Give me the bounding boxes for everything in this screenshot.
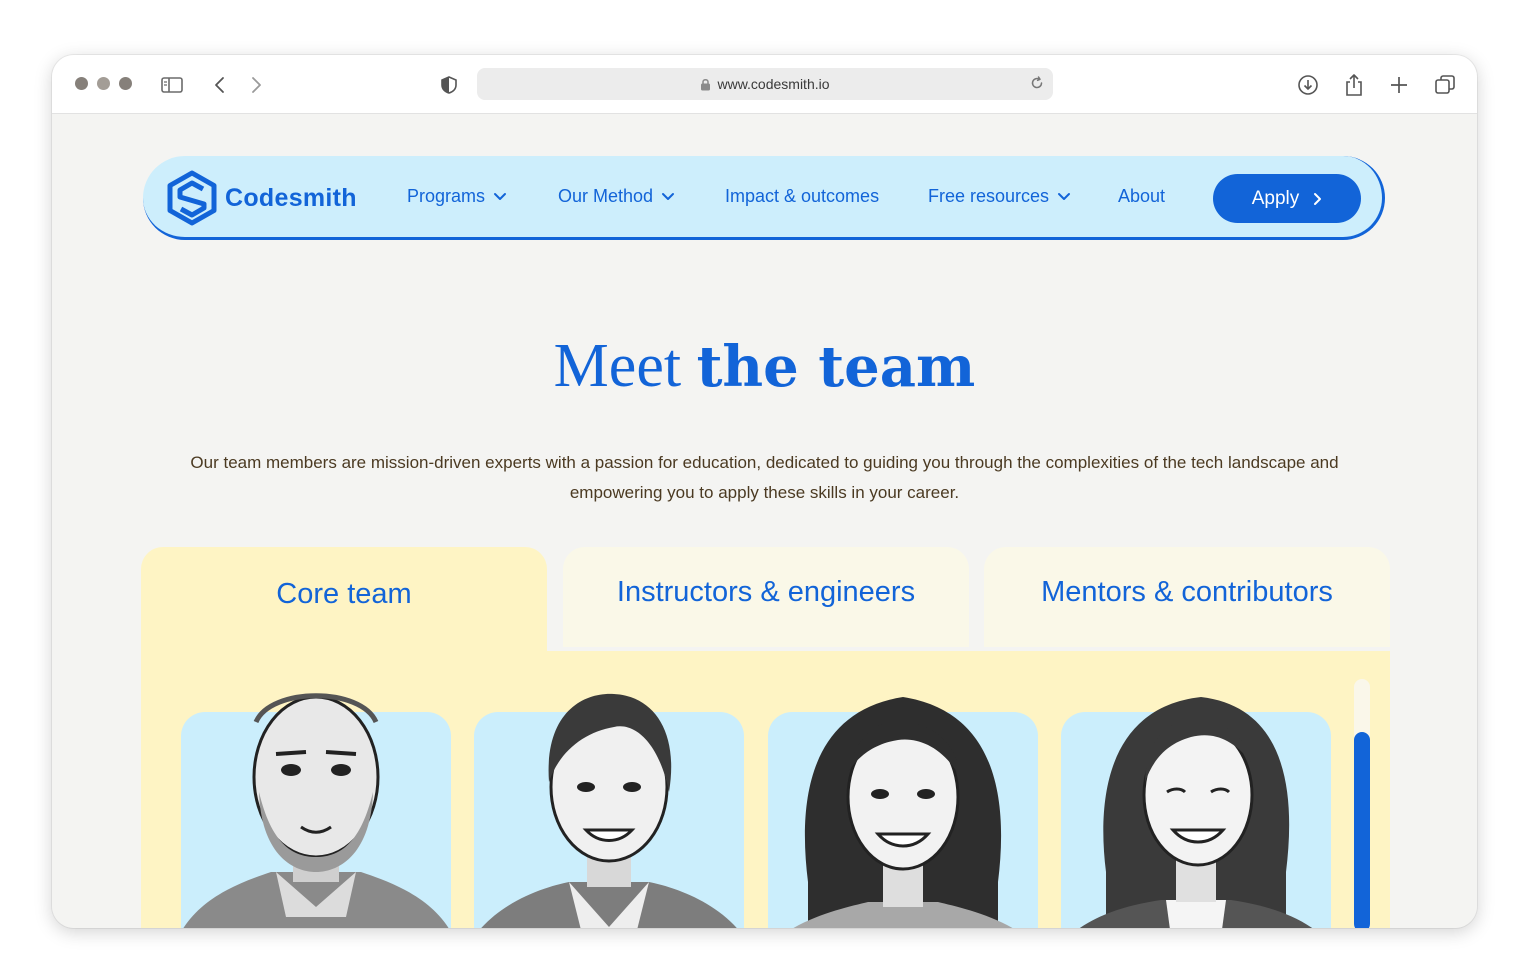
page-description: Our team members are mission-driven expe… (190, 453, 1339, 502)
logo-text: Codesmith (225, 183, 357, 212)
team-scroll-thumb[interactable] (1354, 732, 1370, 928)
nav-our-method[interactable]: Our Method (558, 186, 675, 207)
chevron-down-icon (494, 193, 507, 200)
minimize-window-button[interactable] (97, 77, 110, 90)
nav-programs-label: Programs (407, 186, 486, 206)
share-icon[interactable] (1341, 72, 1367, 98)
nav-free-resources[interactable]: Free resources (928, 186, 1071, 207)
new-tab-plus-icon[interactable] (1386, 72, 1412, 98)
back-arrow-icon[interactable] (207, 72, 233, 98)
portrait-illustration (481, 693, 737, 928)
tab-instructors-label: Instructors & engineers (616, 575, 916, 608)
portrait-illustration (793, 697, 1013, 928)
team-member-card[interactable] (181, 693, 451, 928)
portrait-illustration (183, 693, 449, 928)
tab-core-team-label: Core team (276, 577, 412, 610)
tab-mentors-label: Mentors & contributors (1041, 575, 1333, 608)
browser-toolbar: www.codesmith.io (52, 55, 1477, 114)
tab-core-team[interactable]: Core team (141, 547, 547, 651)
window-controls[interactable] (75, 77, 132, 90)
nav-about[interactable]: About (1118, 186, 1165, 207)
nav-programs[interactable]: Programs (407, 186, 507, 207)
close-window-button[interactable] (75, 77, 88, 90)
chevron-down-icon (1058, 193, 1071, 200)
nav-method-label: Our Method (558, 186, 654, 206)
site-navbar: Codesmith Programs Our Method Impact & o… (143, 156, 1385, 240)
codesmith-logo-icon (167, 170, 217, 226)
nav-about-label: About (1118, 186, 1166, 206)
apply-button-label: Apply (1251, 187, 1300, 209)
address-bar[interactable]: www.codesmith.io (477, 68, 1053, 100)
tab-overview-icon[interactable] (1432, 72, 1458, 98)
download-icon[interactable] (1295, 72, 1321, 98)
nav-impact-label: Impact & outcomes (725, 186, 880, 206)
portrait-illustration (1079, 697, 1313, 928)
privacy-shield-icon[interactable] (436, 72, 462, 98)
browser-window: www.codesmith.io Codesmith Programs Our … (52, 55, 1477, 928)
team-member-card[interactable] (474, 693, 744, 928)
page-title-light: Meet (553, 332, 682, 400)
apply-button[interactable]: Apply (1213, 174, 1361, 223)
lock-icon (701, 78, 711, 90)
tab-mentors-contributors[interactable]: Mentors & contributors (984, 547, 1390, 647)
url-text: www.codesmith.io (717, 76, 830, 92)
team-member-card[interactable] (768, 697, 1038, 928)
web-page: Codesmith Programs Our Method Impact & o… (52, 115, 1477, 928)
chevron-right-icon (1314, 192, 1322, 205)
nav-impact-outcomes[interactable]: Impact & outcomes (725, 186, 879, 207)
forward-arrow-icon[interactable] (243, 72, 269, 98)
chevron-down-icon (662, 193, 675, 200)
reload-icon[interactable] (1029, 75, 1045, 91)
zoom-window-button[interactable] (119, 77, 132, 90)
team-member-card[interactable] (1061, 697, 1331, 928)
tab-instructors-engineers[interactable]: Instructors & engineers (563, 547, 969, 647)
nav-resources-label: Free resources (928, 186, 1050, 206)
codesmith-logo[interactable]: Codesmith (165, 170, 357, 226)
sidebar-toggle-icon[interactable] (159, 72, 185, 98)
page-title-bold: the team (696, 334, 976, 400)
page-title: Meet the team (52, 335, 1477, 397)
